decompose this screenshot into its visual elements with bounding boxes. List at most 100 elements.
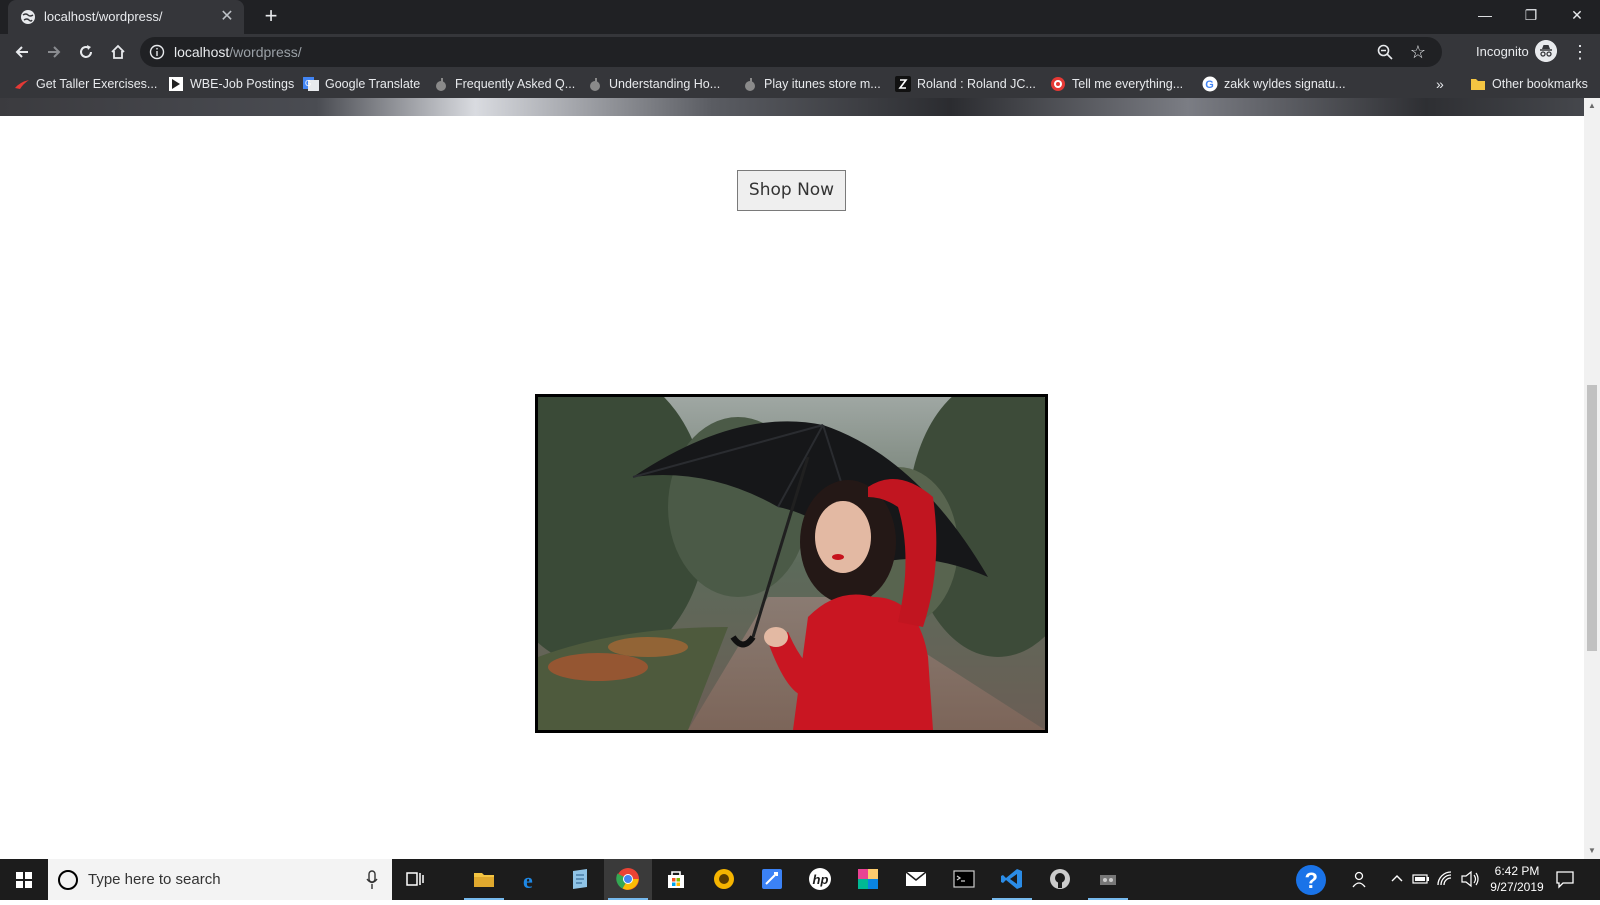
- action-center-icon[interactable]: [1555, 869, 1575, 889]
- people-icon[interactable]: [1352, 870, 1370, 888]
- incognito-label: Incognito: [1476, 44, 1529, 59]
- svg-text:hp: hp: [813, 872, 829, 887]
- other-bookmarks-label: Other bookmarks: [1492, 77, 1588, 91]
- apple-icon: [436, 78, 446, 91]
- other-bookmarks[interactable]: Other bookmarks: [1470, 75, 1588, 93]
- taskbar-search-box[interactable]: Type here to search: [48, 859, 392, 900]
- bookmark-item[interactable]: G zakk wyldes signatu...: [1202, 75, 1346, 93]
- incognito-icon[interactable]: [1535, 40, 1557, 62]
- url-path: /wordpress/: [229, 44, 302, 60]
- app-yellow-icon[interactable]: [700, 859, 748, 900]
- zoom-icon[interactable]: [1376, 43, 1394, 61]
- bookmark-label: Frequently Asked Q...: [455, 77, 576, 91]
- bookmark-item[interactable]: G Google Translate: [303, 75, 420, 93]
- mail-icon[interactable]: [892, 859, 940, 900]
- svg-text:e: e: [523, 868, 533, 891]
- clock-time: 6:42 PM: [1494, 864, 1540, 878]
- scroll-up-icon[interactable]: ▲: [1584, 98, 1600, 114]
- windows-taskbar: Type here to search e hp ? 6:42 PM 9/27/…: [0, 859, 1600, 900]
- svg-text:G: G: [1205, 79, 1214, 91]
- bookmark-label: WBE-Job Postings: [190, 77, 295, 91]
- bookmark-item[interactable]: WBE-Job Postings: [168, 75, 294, 93]
- svg-text:G: G: [305, 79, 311, 88]
- vscode-icon[interactable]: [988, 859, 1036, 900]
- bookmark-item[interactable]: Understanding Ho...: [587, 75, 720, 93]
- battery-icon[interactable]: [1412, 871, 1430, 887]
- google-translate-icon: G: [303, 77, 319, 91]
- url-host: localhost: [174, 44, 230, 60]
- url-text: localhost/wordpress/: [174, 44, 302, 60]
- home-icon[interactable]: [106, 40, 130, 64]
- volume-icon[interactable]: [1460, 870, 1480, 888]
- svg-text:?: ?: [1305, 868, 1318, 893]
- google-icon: G: [1202, 76, 1218, 92]
- bookmark-item[interactable]: Roland : Roland JC...: [895, 75, 1036, 93]
- back-icon[interactable]: [10, 40, 34, 64]
- bookmark-label: Google Translate: [325, 77, 421, 91]
- page-viewport: Shop Now: [0, 98, 1584, 859]
- bookmark-star-icon[interactable]: ☆: [1408, 42, 1428, 62]
- bookmark-item[interactable]: Frequently Asked Q...: [433, 75, 575, 93]
- browser-tab[interactable]: localhost/wordpress/ ✕: [8, 0, 244, 34]
- restore-button[interactable]: ❐: [1508, 0, 1554, 30]
- bookmark-label: Understanding Ho...: [609, 77, 721, 91]
- close-tab-icon[interactable]: ✕: [216, 6, 238, 28]
- bookmark-label: Get Taller Exercises...: [36, 77, 158, 91]
- scroll-down-icon[interactable]: ▼: [1584, 843, 1600, 859]
- roland-icon: [895, 76, 911, 92]
- tab-title: localhost/wordpress/: [44, 9, 163, 24]
- apple-icon: [590, 78, 600, 91]
- globe-icon: [21, 10, 35, 24]
- bookmark-item[interactable]: Get Taller Exercises...: [14, 75, 157, 93]
- shop-now-button[interactable]: Shop Now: [737, 170, 846, 211]
- forward-icon[interactable]: [42, 40, 66, 64]
- browser-toolbar: localhost/wordpress/ ☆ Incognito ⋮: [0, 34, 1600, 70]
- minimize-button[interactable]: —: [1462, 0, 1508, 30]
- folder-icon: [1471, 79, 1485, 90]
- chrome-icon[interactable]: [604, 859, 652, 900]
- bookmark-label: Tell me everything...: [1072, 77, 1184, 91]
- reload-icon[interactable]: [74, 40, 98, 64]
- bookmarks-overflow-icon[interactable]: »: [1436, 75, 1444, 93]
- bookmarks-bar: Get Taller Exercises... WBE-Job Postings…: [0, 70, 1600, 98]
- task-view-icon[interactable]: [392, 859, 440, 900]
- chevron-up-icon[interactable]: [1390, 871, 1404, 887]
- bookmark-item[interactable]: Play itunes store m...: [742, 75, 881, 93]
- app-misc-icon[interactable]: [1084, 859, 1132, 900]
- store-icon[interactable]: [652, 859, 700, 900]
- cortana-icon: [58, 870, 78, 890]
- bookmark-label: Play itunes store m...: [764, 77, 881, 91]
- microphone-icon[interactable]: [366, 870, 378, 890]
- sticky-icon[interactable]: [748, 859, 796, 900]
- scroll-thumb[interactable]: [1587, 385, 1597, 651]
- hero-banner-image: [0, 98, 1584, 116]
- target-icon: [1051, 77, 1065, 91]
- flag-icon: [169, 77, 183, 91]
- hp-icon[interactable]: hp: [796, 859, 844, 900]
- bookmark-label: Roland : Roland JC...: [917, 77, 1036, 91]
- apple-icon: [745, 78, 755, 91]
- site-info-icon[interactable]: [149, 44, 165, 60]
- hero-photo: [535, 394, 1048, 733]
- taskbar-clock[interactable]: 6:42 PM 9/27/2019: [1480, 863, 1554, 895]
- address-bar[interactable]: localhost/wordpress/ ☆: [140, 37, 1442, 67]
- bookmark-label: zakk wyldes signatu...: [1224, 77, 1346, 91]
- clock-date: 9/27/2019: [1490, 880, 1544, 894]
- edge-icon[interactable]: e: [508, 859, 556, 900]
- bookmark-item[interactable]: Tell me everything...: [1050, 75, 1183, 93]
- window-close-button[interactable]: ✕: [1554, 0, 1600, 30]
- notepad-icon[interactable]: [556, 859, 604, 900]
- wifi-icon[interactable]: [1436, 870, 1454, 888]
- page-scrollbar[interactable]: ▲ ▼: [1584, 98, 1600, 859]
- search-placeholder: Type here to search: [88, 871, 221, 888]
- github-icon[interactable]: [1036, 859, 1084, 900]
- start-button[interactable]: [0, 859, 48, 900]
- file-explorer-icon[interactable]: [460, 859, 508, 900]
- new-tab-button[interactable]: +: [258, 4, 284, 30]
- browser-tab-strip: localhost/wordpress/ ✕ + — ❐ ✕: [0, 0, 1600, 34]
- woman-with-umbrella-photo: [538, 397, 1045, 730]
- help-icon[interactable]: ?: [1295, 864, 1327, 896]
- paint-icon[interactable]: [844, 859, 892, 900]
- terminal-icon[interactable]: [940, 859, 988, 900]
- browser-menu-icon[interactable]: ⋮: [1570, 42, 1590, 64]
